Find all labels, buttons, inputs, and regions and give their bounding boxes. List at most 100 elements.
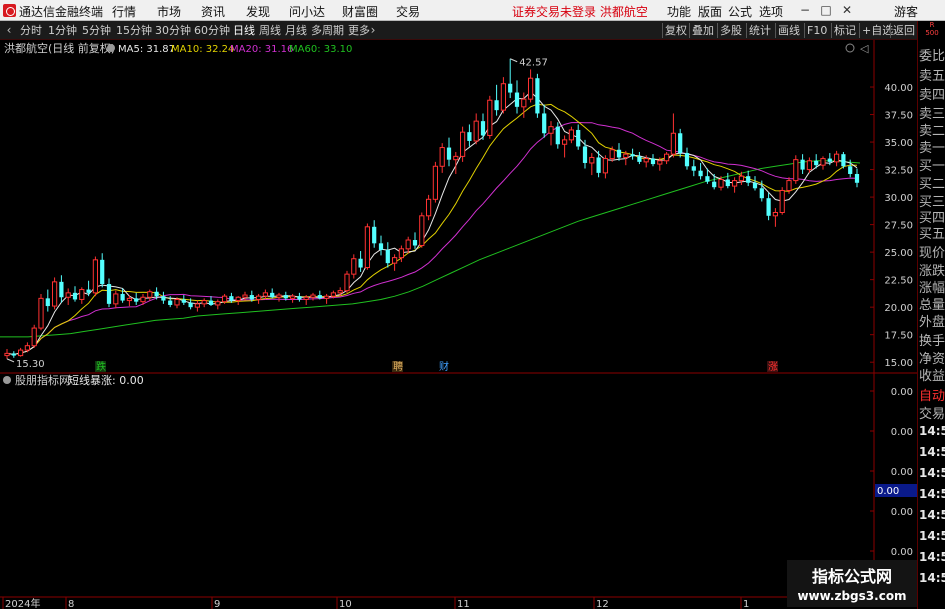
candle-body-up	[793, 159, 799, 182]
price-tick-label: 17.50	[884, 331, 913, 342]
candle-body-down	[100, 259, 105, 285]
candle-body-down	[616, 149, 622, 158]
candle-body-up	[351, 258, 357, 275]
candle-body-down	[725, 179, 730, 187]
candle-body-down	[576, 129, 581, 147]
indicator-current-value: 0.00	[877, 486, 899, 497]
max-price-label: 42.57	[519, 58, 548, 69]
candle-body-down	[378, 243, 384, 250]
candle-body-up	[92, 259, 99, 294]
candle-body-down	[596, 157, 601, 173]
event-marker-fall[interactable]: 跌	[96, 360, 106, 373]
candle-body-up	[194, 303, 201, 308]
candle-body-down	[249, 295, 254, 300]
ma20-label: MA20: 31.16	[230, 44, 293, 55]
candle-body-down	[297, 296, 302, 300]
watermark-url: www.zbgs3.com	[797, 589, 906, 603]
candle-body-up	[459, 131, 466, 157]
candle-body-up	[174, 298, 180, 306]
candle-body-up	[126, 297, 133, 302]
candle-body-up	[623, 153, 629, 158]
candle-body-up	[344, 273, 350, 292]
candle-body-down	[746, 176, 751, 183]
candle-body-down	[317, 295, 322, 299]
candle-body-up	[453, 155, 459, 161]
candle-body-down	[854, 173, 860, 183]
watermark: 指标公式网 www.zbgs3.com	[787, 560, 917, 607]
min-pointer	[6, 358, 15, 363]
candle-body-up	[731, 180, 738, 187]
candle-body-down	[637, 156, 642, 162]
dropdown-icon[interactable]	[107, 44, 115, 52]
price-tick-label: 27.50	[884, 221, 913, 232]
candle-body-up	[548, 126, 554, 134]
candle-body-up	[235, 296, 241, 302]
candle-body-down	[650, 158, 656, 165]
trade-label[interactable]: 交易	[919, 403, 945, 422]
candle-body-up	[487, 99, 493, 136]
watermark-name: 指标公式网	[812, 567, 892, 586]
trade-time: 14:56	[919, 487, 945, 501]
settings-icon[interactable]	[845, 43, 855, 53]
candle-body-up	[602, 158, 609, 174]
event-marker-rise[interactable]: 涨	[768, 361, 778, 373]
trade-time: 14:56	[919, 550, 945, 564]
ma5-label: MA5: 31.87	[118, 44, 175, 55]
ma5-line	[6, 91, 858, 356]
event-marker-hire[interactable]: 聘	[393, 360, 403, 373]
rv-badge: R 500	[918, 21, 945, 40]
candle-body-up	[432, 165, 439, 200]
collapse-icon[interactable]: ◁	[860, 42, 869, 55]
price-tick-label: 22.50	[884, 276, 913, 287]
dropdown-icon[interactable]	[3, 376, 11, 384]
label-ask4: 卖四	[919, 88, 945, 103]
event-marker-finance[interactable]: 财	[439, 360, 449, 373]
indicator-tick-label: 0.00	[891, 467, 913, 478]
price-tick-label: 37.50	[884, 111, 913, 122]
moving-averages	[0, 91, 861, 356]
price-tick-label: 25.00	[884, 248, 913, 259]
candle-body-up	[31, 327, 37, 347]
price-tick-label: 15.00	[884, 358, 913, 369]
candle-body-up	[147, 291, 153, 298]
kline-chart[interactable]: 洪都航空(日线 前复权) MA5: 31.87 MA10: 32.24 MA20…	[0, 0, 917, 609]
candle-body-down	[508, 83, 513, 93]
main-legend: 洪都航空(日线 前复权) MA5: 31.87 MA10: 32.24 MA20…	[4, 41, 869, 55]
indicator-tick-label: 0.00	[891, 547, 913, 558]
candle-body-up	[65, 292, 71, 298]
candle-body-up	[255, 295, 262, 300]
candle-body-up	[473, 120, 479, 142]
candle-body-up	[262, 292, 269, 297]
candle-body-down	[712, 181, 717, 188]
quote-side-panel: R 500 委比 卖五 卖四 卖三 卖二 卖一 买一 买二 买三 买四 买五 现价…	[917, 21, 945, 609]
event-markers: 跌 聘 财 涨	[95, 360, 778, 373]
candle-body-up	[51, 281, 58, 307]
candle-body-up	[663, 153, 670, 162]
candle-body-down	[283, 295, 288, 299]
candle-body-up	[786, 180, 792, 191]
ma60-label: MA60: 33.10	[289, 44, 352, 55]
candle-body-up	[140, 296, 146, 303]
ma10-line	[6, 103, 858, 356]
x-tick-label: 11	[457, 599, 470, 609]
label-outer-volume: 外盘	[919, 315, 945, 330]
indicator-line-label: 短线暴涨: 0.00	[68, 373, 144, 387]
candle-body-up	[670, 132, 677, 155]
auto-label[interactable]: 自动	[919, 385, 945, 404]
candle-body-up	[657, 160, 663, 165]
candle-body-down	[555, 126, 560, 145]
label-earnings: 收益	[919, 369, 945, 384]
label-bid5: 买五	[919, 227, 945, 242]
candle-body-down	[766, 198, 771, 216]
candle-body-up	[500, 83, 507, 111]
candle-body-down	[698, 170, 703, 177]
time-axis: 2024年 8 9 10 11 12 1	[2, 597, 749, 609]
price-tick-label: 32.50	[884, 166, 913, 177]
candle-body-down	[691, 166, 696, 171]
candle-body-down	[705, 176, 710, 182]
candle-body-up	[806, 160, 813, 171]
candle-body-up	[718, 178, 724, 188]
ma20-line	[6, 121, 858, 356]
candle-body-down	[154, 291, 159, 297]
ma10-label: MA10: 32.24	[171, 44, 234, 55]
